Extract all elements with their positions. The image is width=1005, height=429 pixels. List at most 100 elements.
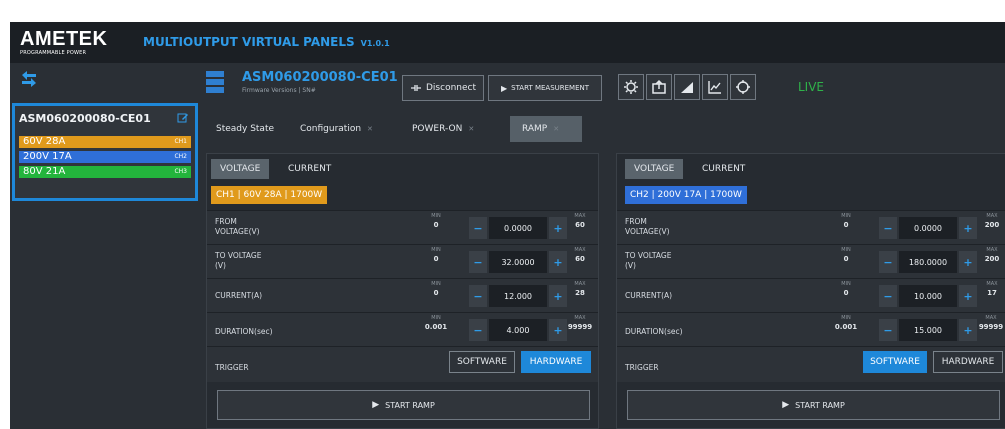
tab-power-on[interactable]: POWER-ON ✕ — [406, 116, 480, 142]
disconnect-button[interactable]: Disconnect — [402, 75, 484, 101]
value-input[interactable]: 32.0000 — [489, 251, 547, 273]
duration-row: DURATION(sec) MIN 0.001 − 15.000 + MAX 999… — [617, 312, 1005, 346]
app-title-text: MULTIOUTPUT VIRTUAL PANELS — [143, 35, 355, 49]
current-row: CURRENT(A) MIN 0 − 10.000 + MAX 17 — [617, 278, 1005, 312]
value-input[interactable]: 12.000 — [489, 285, 547, 307]
min-value: MIN 0.001 — [423, 315, 449, 332]
min-number: 0 — [843, 255, 849, 263]
decrement-button[interactable]: − — [879, 285, 897, 307]
device-stack-icon — [206, 71, 224, 93]
min-value: MIN 0 — [835, 247, 857, 264]
min-number: 0 — [433, 255, 439, 263]
value-stepper: − 15.000 + — [879, 319, 977, 341]
tab-configuration[interactable]: Configuration ✕ — [294, 116, 379, 142]
min-value: MIN 0 — [835, 281, 857, 298]
start-measurement-label: START MEASUREMENT — [511, 84, 590, 92]
max-number: 99999 — [978, 323, 1004, 331]
decrement-button[interactable]: − — [469, 285, 487, 307]
trigger-software-button[interactable]: SOFTWARE — [449, 351, 515, 373]
close-icon[interactable]: ✕ — [468, 125, 474, 133]
to-voltage-row: TO VOLTAGE (V) MIN 0 − 180.0000 + MAX 200 — [617, 244, 1005, 278]
upload-icon — [652, 79, 666, 94]
max-number: 200 — [984, 255, 1000, 263]
max-caption: MAX — [574, 213, 586, 219]
ramp-panel-ch1: VOLTAGE CURRENT CH1 | 60V 28A | 1700W FR… — [206, 153, 599, 429]
increment-button[interactable]: + — [959, 319, 977, 341]
ramp-button[interactable] — [674, 74, 700, 100]
export-button[interactable] — [646, 74, 672, 100]
target-button[interactable] — [730, 74, 756, 100]
subtab-current[interactable]: CURRENT — [693, 159, 754, 179]
max-caption: MAX — [985, 315, 997, 321]
swap-arrows-icon[interactable] — [19, 69, 39, 89]
value-input[interactable]: 180.0000 — [899, 251, 957, 273]
increment-button[interactable]: + — [549, 217, 567, 239]
sidebar-device-name: ASM060200080-CE01 — [19, 112, 151, 125]
device-card[interactable]: ASM060200080-CE01 60V 28A CH1 200V 17A C… — [12, 103, 198, 201]
max-value: MAX 60 — [569, 247, 591, 264]
edit-icon[interactable] — [177, 112, 189, 124]
trigger-hardware-button[interactable]: HARDWARE — [933, 351, 1003, 373]
decrement-button[interactable]: − — [879, 217, 897, 239]
min-number: 0.001 — [424, 323, 448, 331]
sidebar-channel-2[interactable]: 200V 17A CH2 — [19, 151, 191, 163]
trigger-hardware-button[interactable]: HARDWARE — [521, 351, 591, 373]
min-caption: MIN — [841, 281, 851, 287]
tab-steady-state[interactable]: Steady State — [210, 116, 280, 142]
tab-ramp[interactable]: RAMP ✕ — [510, 116, 582, 142]
min-caption: MIN — [841, 315, 851, 321]
start-ramp-button[interactable]: ▶ START RAMP — [627, 390, 1000, 420]
sidebar-channel-1[interactable]: 60V 28A CH1 — [19, 136, 191, 148]
min-caption: MIN — [841, 213, 851, 219]
subtab-voltage[interactable]: VOLTAGE — [211, 159, 270, 179]
increment-button[interactable]: + — [549, 285, 567, 307]
max-number: 60 — [575, 221, 585, 229]
channel-label: 200V 17A — [23, 151, 72, 162]
chart-button[interactable] — [702, 74, 728, 100]
value-input[interactable]: 0.0000 — [489, 217, 547, 239]
min-value: MIN 0 — [835, 213, 857, 230]
channel-chip: CH1 | 60V 28A | 1700W — [211, 186, 328, 204]
increment-button[interactable]: + — [959, 285, 977, 307]
trigger-label: TRIGGER — [215, 363, 249, 372]
max-number: 60 — [575, 255, 585, 263]
channel-tag: CH3 — [174, 168, 187, 175]
settings-button[interactable] — [618, 74, 644, 100]
brand-subtitle: PROGRAMMABLE POWER — [20, 50, 87, 56]
increment-button[interactable]: + — [549, 319, 567, 341]
channel-tag: CH2 — [174, 153, 187, 160]
decrement-button[interactable]: − — [469, 251, 487, 273]
subtab-current[interactable]: CURRENT — [279, 159, 340, 179]
increment-button[interactable]: + — [959, 217, 977, 239]
device-sidebar: ASM060200080-CE01 60V 28A CH1 200V 17A C… — [10, 63, 200, 429]
tab-label: Steady State — [216, 124, 275, 134]
decrement-button[interactable]: − — [469, 319, 487, 341]
from-voltage-row: FROM VOLTAGE(V) MIN 0 − 0.0000 + MAX 60 — [207, 210, 598, 244]
min-value: MIN 0 — [425, 213, 447, 230]
decrement-button[interactable]: − — [879, 319, 897, 341]
start-ramp-button[interactable]: ▶ START RAMP — [217, 390, 590, 420]
app-window: AMETEK PROGRAMMABLE POWER MULTIOUTPUT VI… — [10, 22, 1005, 429]
min-caption: MIN — [841, 247, 851, 253]
min-number: 0 — [433, 289, 439, 297]
value-input[interactable]: 15.000 — [899, 319, 957, 341]
value-input[interactable]: 4.000 — [489, 319, 547, 341]
trigger-software-button[interactable]: SOFTWARE — [863, 351, 927, 373]
decrement-button[interactable]: − — [469, 217, 487, 239]
value-input[interactable]: 10.000 — [899, 285, 957, 307]
tab-label: POWER-ON — [412, 124, 463, 134]
close-icon[interactable]: ✕ — [553, 125, 559, 133]
play-icon: ▶ — [782, 400, 790, 410]
start-measurement-button[interactable]: ▶ START MEASUREMENT — [488, 75, 602, 101]
increment-button[interactable]: + — [959, 251, 977, 273]
close-icon[interactable]: ✕ — [367, 125, 373, 133]
channel-label: 60V 28A — [23, 136, 66, 147]
subtab-voltage[interactable]: VOLTAGE — [625, 159, 684, 179]
sidebar-channel-3[interactable]: 80V 21A CH3 — [19, 166, 191, 178]
duration-row: DURATION(sec) MIN 0.001 − 4.000 + MAX 9999… — [207, 312, 598, 346]
channel-chip: CH2 | 200V 17A | 1700W — [625, 186, 747, 204]
max-number: 99999 — [567, 323, 593, 331]
increment-button[interactable]: + — [549, 251, 567, 273]
decrement-button[interactable]: − — [879, 251, 897, 273]
value-input[interactable]: 0.0000 — [899, 217, 957, 239]
